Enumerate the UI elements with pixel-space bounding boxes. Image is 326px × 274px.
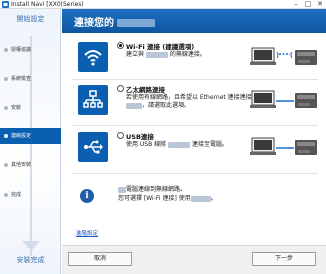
close-button[interactable]: ✕ (314, 0, 326, 9)
step-label: 安裝 (11, 105, 22, 111)
info-message: 電腦連線到無線網路。 您可選擇 [Wi-Fi 連接] 使用。 (118, 186, 217, 202)
redacted-product-name (168, 141, 191, 148)
wifi-connection-diagram (250, 47, 317, 65)
step-other-install: 其他安裝 (0, 157, 61, 173)
usb-option-title: USB連接 (126, 133, 154, 141)
option-divider (72, 125, 318, 126)
page-header: 連接您的 (62, 9, 326, 33)
step-dot (4, 48, 8, 52)
usb-option[interactable]: USB連接 使用 USB 線將 連接至電腦。 (72, 131, 318, 164)
ethernet-radio[interactable] (117, 85, 124, 92)
step-label: 完成 (11, 192, 22, 198)
step-connection-setup: 連線設定 (0, 128, 61, 144)
sidebar-start-heading: 開始設定 (16, 15, 45, 23)
usb-radio[interactable] (117, 132, 124, 139)
redacted-product-name (118, 186, 126, 193)
step-label: 系統檢查 (11, 76, 32, 82)
step-install: 安裝 (0, 100, 61, 116)
step-label: 連線設定 (11, 133, 32, 139)
usb-option-description: 使用 USB 線將 連接至電腦。 (126, 141, 228, 148)
option-divider (72, 79, 318, 80)
step-label: 其他安裝 (11, 162, 32, 168)
usb-connection-diagram (250, 137, 317, 155)
ethernet-option[interactable]: 乙太網路連接 若使用有線網路，且希望以 Ethernet 連接連接，請選取此選項… (72, 84, 318, 117)
cancel-button[interactable]: 取消 (68, 252, 132, 266)
sidebar-complete-heading: 安裝完成 (16, 256, 45, 264)
info-panel: i 電腦連線到無線網路。 您可選擇 [Wi-Fi 連接] 使用。 (80, 185, 310, 211)
step-dot (4, 193, 8, 197)
app-icon (2, 1, 9, 8)
ethernet-option-title: 乙太網路連接 (126, 86, 165, 94)
minimize-button[interactable]: – (290, 0, 302, 9)
next-button[interactable]: 下一步 (252, 252, 316, 266)
network-icon (78, 85, 108, 115)
step-dot (4, 106, 8, 110)
redacted-product-name (145, 51, 168, 58)
step-label: 授權協議 (11, 47, 32, 53)
info-icon: i (80, 189, 94, 203)
redacted-product-name (126, 102, 142, 109)
step-system-check: 系統檢查 (0, 71, 61, 87)
progress-rail (30, 36, 32, 256)
wifi-radio[interactable] (117, 42, 124, 49)
wifi-option-title: Wi-Fi 連接 (建議選項) (126, 43, 195, 51)
redacted-product-name (117, 19, 156, 27)
step-dot (4, 163, 8, 167)
step-dot (4, 134, 8, 138)
advanced-settings-link[interactable]: 進階設定 (76, 229, 98, 237)
step-finish: 完成 (0, 187, 61, 203)
window-title: Install Navi [XX0(Series) (11, 1, 84, 8)
step-license: 授權協議 (0, 42, 61, 58)
maximize-button[interactable]: □ (302, 0, 314, 9)
page-title: 連接您的 (74, 14, 156, 29)
option-divider (72, 173, 318, 174)
step-dot (4, 77, 8, 81)
progress-arrow-icon (22, 241, 40, 251)
title-bar: Install Navi [XX0(Series) – □ ✕ (0, 0, 326, 9)
usb-icon (78, 132, 108, 162)
ethernet-connection-diagram (250, 90, 317, 108)
redacted-product-name (190, 195, 211, 202)
ethernet-option-description: 若使用有線網路，且希望以 Ethernet 連接連接，請選取此選項。 (126, 94, 252, 109)
wifi-option-description: 建立與 的無線連接。 (126, 51, 206, 58)
wifi-icon (78, 42, 108, 72)
wifi-option[interactable]: Wi-Fi 連接 (建議選項) 建立與 的無線連接。 (72, 41, 318, 74)
progress-sidebar: 開始設定 授權協議 系統檢查 安裝 連線設定 其他安裝 完成 安裝完成 (0, 9, 61, 274)
footer-bar: 取消 下一步 (62, 245, 326, 274)
